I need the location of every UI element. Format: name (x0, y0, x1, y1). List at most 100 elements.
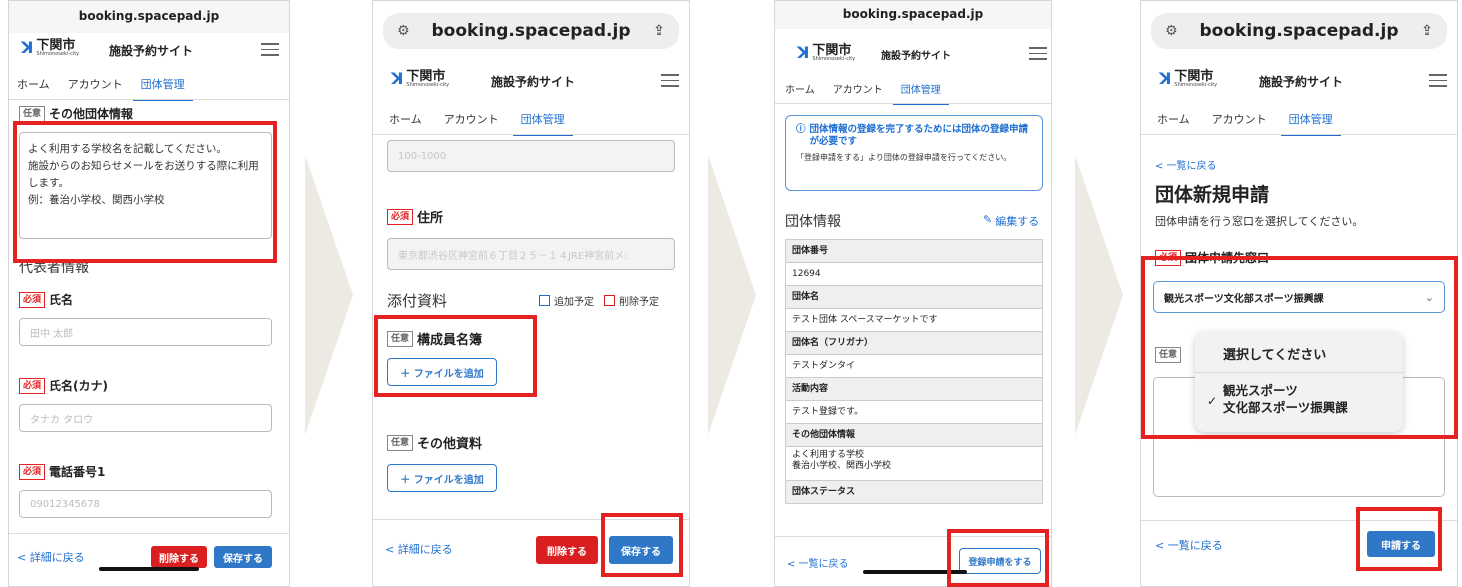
save-button[interactable]: 保存する (214, 546, 272, 568)
postal-code-input[interactable]: 100-1000 (387, 140, 675, 172)
required-badge: 必須 (19, 291, 46, 308)
back-to-detail-link[interactable]: < 詳細に戻る (17, 549, 85, 565)
site-title: 施設予約サイト (1259, 75, 1344, 89)
back-to-detail-link[interactable]: < 詳細に戻る (385, 541, 453, 557)
menu-icon[interactable] (1029, 43, 1047, 64)
city-logo: ꓘ 下関市 Shimonoseki-city (21, 38, 79, 57)
table-head: 団体名 (786, 286, 1042, 309)
url-bar[interactable]: booking.spacepad.jp (775, 1, 1051, 29)
tab-account[interactable]: アカウント (68, 76, 123, 92)
share-icon[interactable]: ⇪ (653, 13, 665, 49)
city-logo-icon: ꓘ (391, 69, 404, 88)
kana-label: 必須 氏名(カナ) (19, 377, 108, 394)
highlight-save (601, 513, 683, 577)
kana-input[interactable]: タナカ タロウ (19, 404, 272, 432)
name-input[interactable]: 田中 太郎 (19, 318, 272, 346)
nav-tabs: ホーム アカウント 団体管理 (373, 111, 689, 136)
address-label-text: 住所 (417, 211, 444, 226)
tab-account[interactable]: アカウント (833, 81, 883, 96)
phone-input[interactable]: 09012345678 (19, 490, 272, 518)
city-roman: Shimonoseki-city (406, 81, 450, 88)
table-cell: よく利用する学校 養治小学校、関西小学校 (786, 447, 1042, 481)
tab-home[interactable]: ホーム (785, 81, 815, 96)
site-title: 施設予約サイト (491, 75, 576, 89)
menu-icon[interactable] (261, 39, 279, 60)
required-badge: 必須 (387, 208, 414, 225)
page-subtitle: 団体申請を行う窓口を選択してください。 (1155, 215, 1364, 228)
divider (373, 134, 689, 135)
name-label: 必須 氏名 (19, 291, 73, 308)
city-name: 下関市 (812, 42, 852, 58)
other-info-label-text: その他団体情報 (49, 107, 134, 121)
group-info-heading: 団体情報 (785, 214, 841, 230)
url-bar[interactable]: booking.spacepad.jp (9, 1, 289, 33)
step-arrow-3 (1075, 155, 1123, 435)
phone-label-text: 電話番号1 (49, 465, 106, 479)
delete-button[interactable]: 削除する (151, 546, 207, 568)
other-docs-label-text: その他資料 (417, 437, 483, 452)
tab-home[interactable]: ホーム (389, 111, 422, 127)
edit-label: 編集する (995, 215, 1040, 228)
city-name: 下関市 (406, 68, 446, 84)
divider (1141, 134, 1457, 135)
required-badge: 必須 (19, 377, 46, 394)
tab-group-management[interactable]: 団体管理 (132, 76, 193, 101)
share-icon[interactable]: ⇪ (1421, 13, 1433, 49)
city-roman: Shimonoseki-city (36, 50, 80, 57)
city-logo: ꓘ 下関市 Shimonoseki-city (797, 43, 855, 62)
table-head: その他団体情報 (786, 424, 1042, 447)
url-text: booking.spacepad.jp (431, 21, 631, 41)
divider (9, 533, 289, 534)
tab-group-management[interactable]: 団体管理 (892, 81, 949, 105)
step-arrow-2 (708, 155, 756, 435)
city-logo-icon: ꓘ (797, 43, 810, 62)
city-roman: Shimonoseki-city (1174, 81, 1218, 88)
optional-badge: 任意 (387, 434, 414, 451)
tab-home[interactable]: ホーム (17, 76, 50, 92)
other-docs-label: 任意 その他資料 (387, 433, 482, 452)
notice-body: 「登録申請をする」より団体の登録申請を行ってください。 (796, 153, 1012, 162)
tab-group-management[interactable]: 団体管理 (512, 111, 573, 136)
back-to-list-link[interactable]: < 一覧に戻る (787, 555, 849, 570)
tab-home[interactable]: ホーム (1157, 111, 1190, 127)
back-to-list-link-top[interactable]: < 一覧に戻る (1155, 157, 1217, 172)
phone-label: 必須 電話番号1 (19, 463, 105, 480)
other-info-label: 任意 その他団体情報 (19, 105, 133, 122)
notice-title-text: 団体情報の登録を完了するためには団体の登録申請が必要です (809, 124, 1029, 147)
url-bar[interactable]: ⚙ booking.spacepad.jp ⇪ (1151, 13, 1447, 49)
tab-account[interactable]: アカウント (444, 111, 499, 127)
table-head: 団体番号 (786, 240, 1042, 263)
edit-link[interactable]: ✎ 編集する (983, 213, 1039, 229)
other-docs-add-file-button[interactable]: ＋ ファイルを追加 (387, 464, 497, 492)
table-cell: テスト登録です。 (786, 401, 1042, 424)
table-cell: テスト団体 スペースマーケットです (786, 309, 1042, 332)
site-settings-icon[interactable]: ⚙ (1165, 13, 1178, 49)
back-to-list-link[interactable]: < 一覧に戻る (1155, 537, 1223, 553)
highlight-apply (947, 529, 1049, 587)
menu-icon[interactable] (1429, 70, 1447, 91)
tab-group-management[interactable]: 団体管理 (1280, 111, 1341, 136)
url-bar[interactable]: ⚙ booking.spacepad.jp ⇪ (383, 13, 679, 49)
highlight-other-info (13, 121, 277, 263)
edit-icon: ✎ (983, 213, 993, 226)
group-info-table: 団体番号 12694 団体名 テスト団体 スペースマーケットです 団体名（フリガ… (785, 239, 1043, 504)
delete-button[interactable]: 削除する (536, 536, 598, 564)
site-settings-icon[interactable]: ⚙ (397, 13, 410, 49)
notice-title: ⓘ 団体情報の登録を完了するためには団体の登録申請が必要です (796, 124, 1032, 148)
tab-account[interactable]: アカウント (1212, 111, 1267, 127)
city-logo: ꓘ 下関市 Shimonoseki-city (391, 69, 449, 88)
divider (9, 99, 289, 100)
menu-icon[interactable] (661, 70, 679, 91)
site-title: 施設予約サイト (109, 44, 194, 58)
city-name: 下関市 (1174, 68, 1214, 84)
registration-notice: ⓘ 団体情報の登録を完了するためには団体の登録申請が必要です 「登録申請をする」よ… (785, 115, 1043, 191)
name-label-text: 氏名 (49, 293, 74, 307)
kana-label-text: 氏名(カナ) (49, 379, 108, 393)
address-input[interactable]: 東京都渋谷区神宮前６丁目２５－１４JRE神宮前メ: (387, 238, 675, 270)
legend-add-text: 追加予定 (554, 297, 594, 308)
city-roman: Shimonoseki-city (812, 55, 856, 62)
add-legend-icon (539, 295, 550, 306)
city-logo-icon: ꓘ (1159, 69, 1172, 88)
table-cell: テストダンタイ (786, 355, 1042, 378)
page-title: 団体新規申請 (1155, 184, 1270, 206)
